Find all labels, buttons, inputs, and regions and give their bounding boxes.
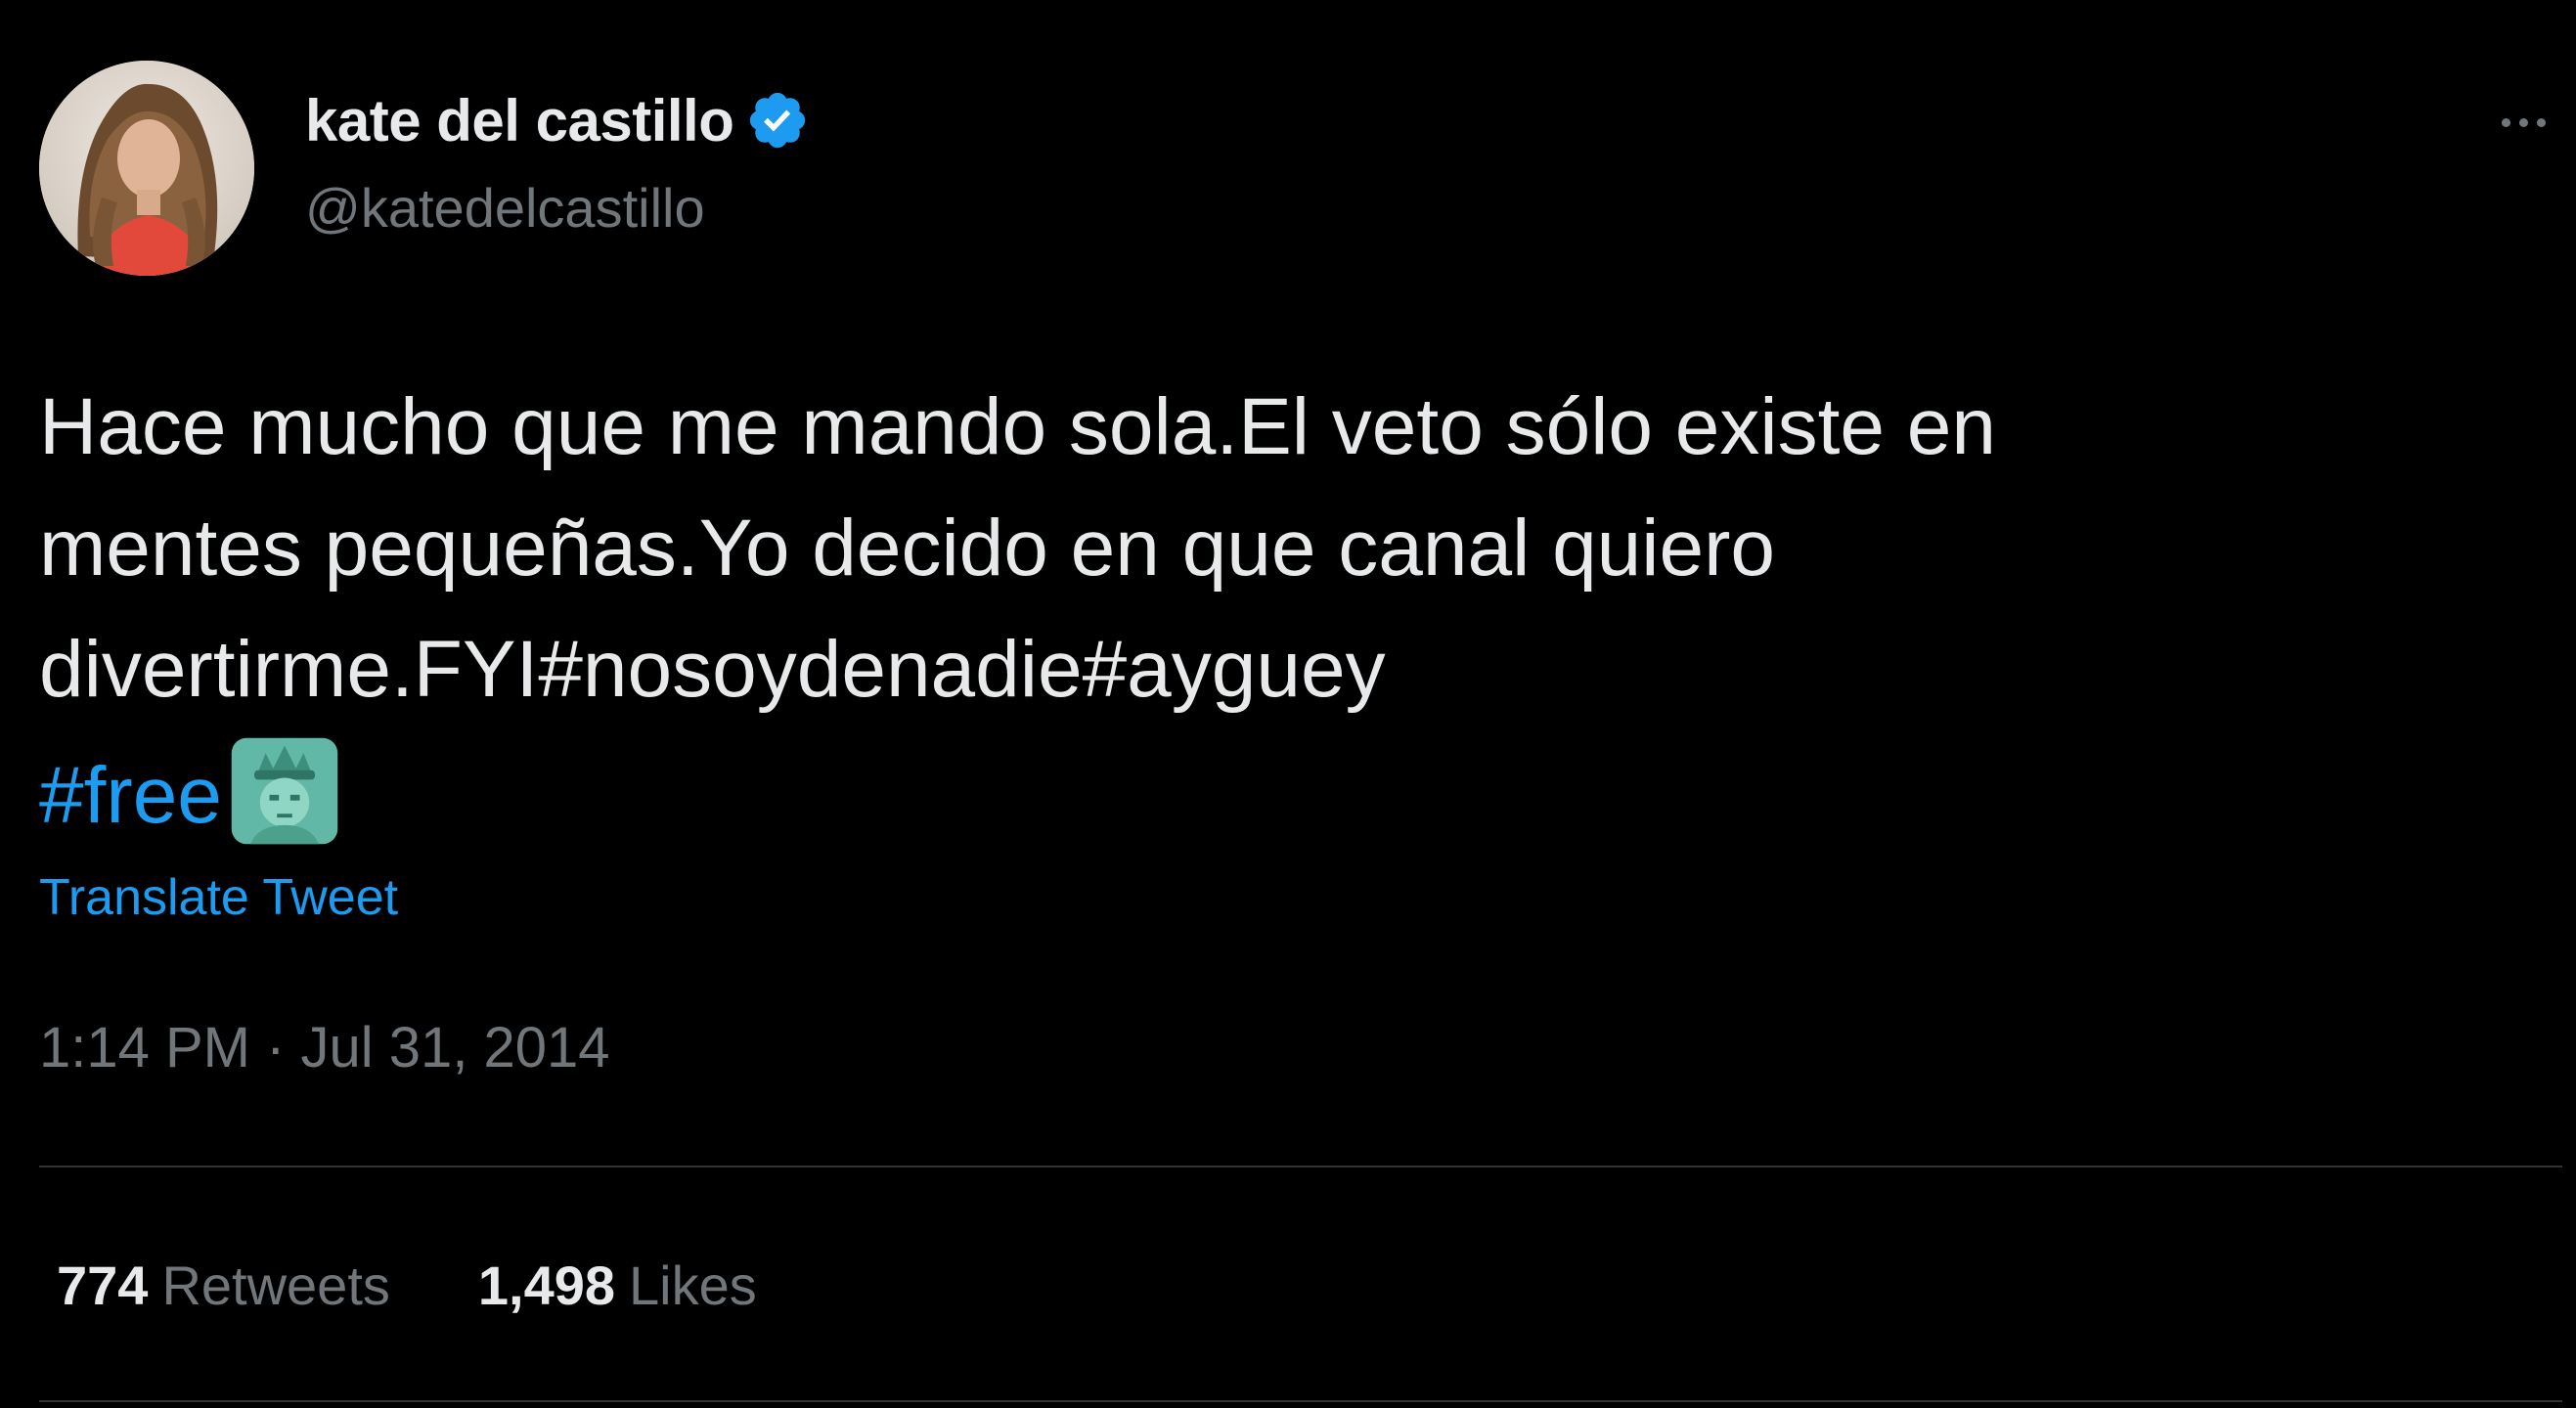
- tweet-text-line: mentes pequeñas.Yo decido en que canal q…: [39, 504, 1776, 593]
- retweets-label: Retweets: [161, 1254, 390, 1316]
- verified-badge-icon: [745, 88, 810, 153]
- tweet-text: Hace mucho que me mando sola.El veto sól…: [39, 367, 2543, 857]
- retweets-stat[interactable]: 774 Retweets: [57, 1254, 390, 1317]
- more-options-button[interactable]: [2484, 98, 2562, 147]
- profile-photo: [39, 61, 254, 276]
- likes-stat[interactable]: 1,498 Likes: [478, 1254, 757, 1317]
- hashtag-ayguey[interactable]: #ayguey: [1083, 625, 1386, 714]
- tweet-timestamp[interactable]: 1:14 PM · Jul 31, 2014: [39, 1015, 610, 1080]
- tweet-text-line: Hace mucho que me mando sola.El veto sól…: [39, 382, 1996, 471]
- tweet-text-line: divertirme.FYI#nosoydenadie#ayguey: [39, 609, 2543, 730]
- tweet-text-line: #free: [39, 730, 2543, 857]
- tweet-card: kate del castillo @katedelcastillo Hace …: [0, 0, 2576, 1408]
- tweet-stats: 774 Retweets 1,498 Likes: [57, 1254, 845, 1317]
- statue-of-liberty-icon: [224, 730, 345, 852]
- likes-count: 1,498: [477, 1254, 616, 1316]
- author-name-row[interactable]: kate del castillo: [305, 86, 810, 154]
- likes-label: Likes: [629, 1254, 757, 1316]
- avatar[interactable]: [39, 61, 254, 276]
- translate-tweet-link[interactable]: Translate Tweet: [39, 868, 398, 927]
- divider: [39, 1166, 2562, 1167]
- hashtag-nosoydenadie[interactable]: #nosoydenadie: [538, 625, 1082, 714]
- display-name[interactable]: kate del castillo: [305, 87, 734, 154]
- author-handle[interactable]: @katedelcastillo: [305, 176, 705, 240]
- retweets-count: 774: [57, 1254, 149, 1316]
- divider: [39, 1400, 2562, 1402]
- hashtag-free[interactable]: #free: [39, 751, 222, 840]
- more-dot-icon: [2501, 117, 2510, 127]
- more-dot-icon: [2518, 117, 2528, 127]
- more-dot-icon: [2536, 117, 2546, 127]
- tweet-text-fragment: divertirme.FYI: [39, 625, 539, 714]
